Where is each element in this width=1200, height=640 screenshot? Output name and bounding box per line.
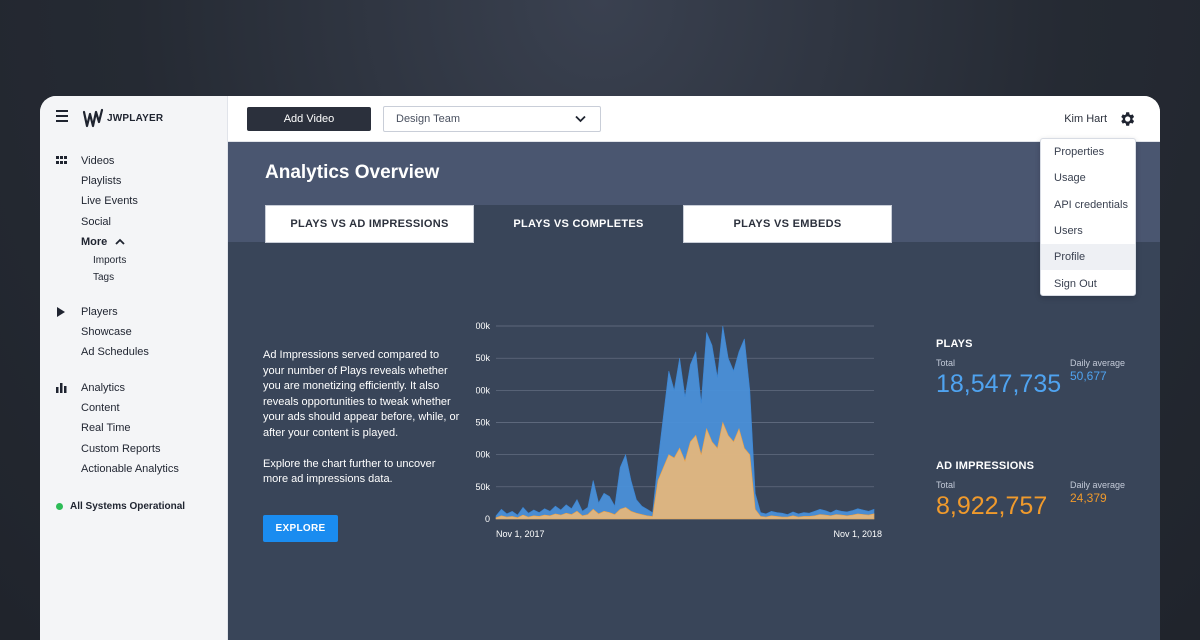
sidebar-item-label: Videos <box>81 155 115 168</box>
grid-icon <box>56 156 67 164</box>
y-tick-label: 150k <box>476 418 490 428</box>
nav-videos: Videos Playlists Live Events Social More… <box>40 151 228 286</box>
sidebar-item-playlists[interactable]: Playlists <box>40 171 228 191</box>
logo: JWPLAYER <box>82 106 163 130</box>
sidebar-item-label: Actionable Analytics <box>81 462 179 475</box>
user-menu: Properties Usage API credentials Users P… <box>1040 138 1136 296</box>
description: Ad Impressions served compared to your n… <box>263 348 463 503</box>
sidebar-item-label: Ad Schedules <box>81 346 149 359</box>
stat-label: Daily average <box>1070 480 1126 490</box>
tab-plays-vs-ad-impressions[interactable]: PLAYS VS AD IMPRESSIONS <box>265 205 474 243</box>
sidebar-item-label: Real Time <box>81 422 131 435</box>
y-tick-label: 250k <box>476 353 490 363</box>
sidebar-item-real-time[interactable]: Real Time <box>40 418 228 438</box>
topbar: Add Video Design Team Kim Hart <box>228 96 1160 142</box>
stats-panel: PLAYS Total 18,547,735 Daily average 50,… <box>936 338 1156 532</box>
nav-players: Players Showcase Ad Schedules <box>40 302 228 363</box>
sidebar-item-label: Live Events <box>81 195 138 208</box>
y-tick-label: 300k <box>476 321 490 331</box>
user-name[interactable]: Kim Hart <box>1064 113 1107 125</box>
gear-icon[interactable] <box>1118 110 1136 128</box>
sidebar-item-label: Showcase <box>81 326 132 339</box>
ads-stat: AD IMPRESSIONS Total 8,922,757 Daily ave… <box>936 460 1156 532</box>
y-tick-label: 100k <box>476 450 490 460</box>
plays-daily-average: 50,677 <box>1070 369 1107 383</box>
team-select-value: Design Team <box>396 113 460 125</box>
app-window: JWPLAYER Videos Playlists Live Events So… <box>40 96 1160 640</box>
plays-total: 18,547,735 <box>936 370 1062 398</box>
chevron-up-icon <box>115 238 125 245</box>
sidebar-item-videos[interactable]: Videos <box>40 151 228 171</box>
tab-plays-vs-completes[interactable]: PLAYS VS COMPLETES <box>474 205 683 243</box>
area-chart: 0 50k 100k 150k 200k 250k 300k Nov 1, 2017 Nov 1… <box>470 321 882 539</box>
bar-chart-icon <box>56 383 67 393</box>
tab-plays-vs-embeds[interactable]: PLAYS VS EMBEDS <box>683 205 892 243</box>
sidebar-item-analytics[interactable]: Analytics <box>40 378 228 398</box>
menu-item-usage[interactable]: Usage <box>1041 165 1135 191</box>
menu-item-users[interactable]: Users <box>1041 218 1135 244</box>
chart: 0 50k 100k 150k 200k 250k 300k Nov 1, 2017 Nov 1… <box>470 318 908 543</box>
sidebar-item-ad-schedules[interactable]: Ad Schedules <box>40 342 228 362</box>
menu-item-profile[interactable]: Profile <box>1041 244 1135 271</box>
sidebar-item-actionable-analytics[interactable]: Actionable Analytics <box>40 459 228 479</box>
x-tick-label: Nov 1, 2018 <box>833 529 882 539</box>
sidebar-item-showcase[interactable]: Showcase <box>40 322 228 342</box>
sidebar-item-custom-reports[interactable]: Custom Reports <box>40 439 228 459</box>
sidebar-item-label: Custom Reports <box>81 442 161 455</box>
menu-item-api-credentials[interactable]: API credentials <box>1041 192 1135 218</box>
ads-total: 8,922,757 <box>936 492 1048 520</box>
description-text: Explore the chart further to uncover mor… <box>263 457 436 486</box>
sidebar-item-more[interactable]: More <box>40 232 228 252</box>
description-text: Ad Impressions served compared to your n… <box>263 349 460 439</box>
plays-stat: PLAYS Total 18,547,735 Daily average 50,… <box>936 338 1156 410</box>
status-text: All Systems Operational <box>70 501 186 512</box>
page-title: Analytics Overview <box>265 162 440 183</box>
sidebar: JWPLAYER Videos Playlists Live Events So… <box>40 96 228 640</box>
stat-label: Daily average <box>1070 358 1126 368</box>
sidebar-item-label: Social <box>81 215 111 228</box>
y-tick-label: 200k <box>476 385 490 395</box>
chevron-down-icon <box>575 115 586 123</box>
sidebar-item-tags[interactable]: Tags <box>40 269 228 286</box>
team-select[interactable]: Design Team <box>383 106 601 132</box>
play-icon <box>57 307 65 317</box>
y-tick-label: 0 <box>485 514 490 524</box>
sidebar-item-label: More <box>81 235 108 248</box>
sidebar-item-label: Players <box>81 306 118 319</box>
sidebar-item-label: Analytics <box>81 382 126 395</box>
sidebar-item-social[interactable]: Social <box>40 212 228 232</box>
sidebar-item-label: Tags <box>93 271 115 283</box>
sidebar-item-imports[interactable]: Imports <box>40 252 228 269</box>
sidebar-item-players[interactable]: Players <box>40 302 228 322</box>
y-tick-label: 50k <box>476 482 490 492</box>
menu-item-sign-out[interactable]: Sign Out <box>1041 270 1135 296</box>
stat-title: AD IMPRESSIONS <box>936 460 1035 472</box>
system-status[interactable]: All Systems Operational <box>56 501 185 512</box>
status-dot-icon <box>56 503 63 510</box>
nav-analytics: Analytics Content Real Time Custom Repor… <box>40 378 228 479</box>
menu-icon[interactable] <box>56 110 68 122</box>
x-tick-label: Nov 1, 2017 <box>496 529 545 539</box>
jwplayer-logo-icon <box>82 108 104 128</box>
sidebar-item-content[interactable]: Content <box>40 398 228 418</box>
brand-name: JWPLAYER <box>107 112 164 124</box>
sidebar-item-label: Imports <box>93 254 127 266</box>
menu-item-properties[interactable]: Properties <box>1041 139 1135 165</box>
explore-button[interactable]: EXPLORE <box>263 515 338 542</box>
main-panel: Analytics Overview PLAYS VS AD IMPRESSIO… <box>228 142 1160 640</box>
tab-bar: PLAYS VS AD IMPRESSIONS PLAYS VS COMPLET… <box>265 205 892 243</box>
sidebar-item-label: Content <box>81 402 120 415</box>
sidebar-item-label: Playlists <box>81 175 122 188</box>
stat-title: PLAYS <box>936 338 973 350</box>
add-video-button[interactable]: Add Video <box>247 107 371 131</box>
sidebar-item-live-events[interactable]: Live Events <box>40 191 228 211</box>
ads-daily-average: 24,379 <box>1070 491 1107 505</box>
